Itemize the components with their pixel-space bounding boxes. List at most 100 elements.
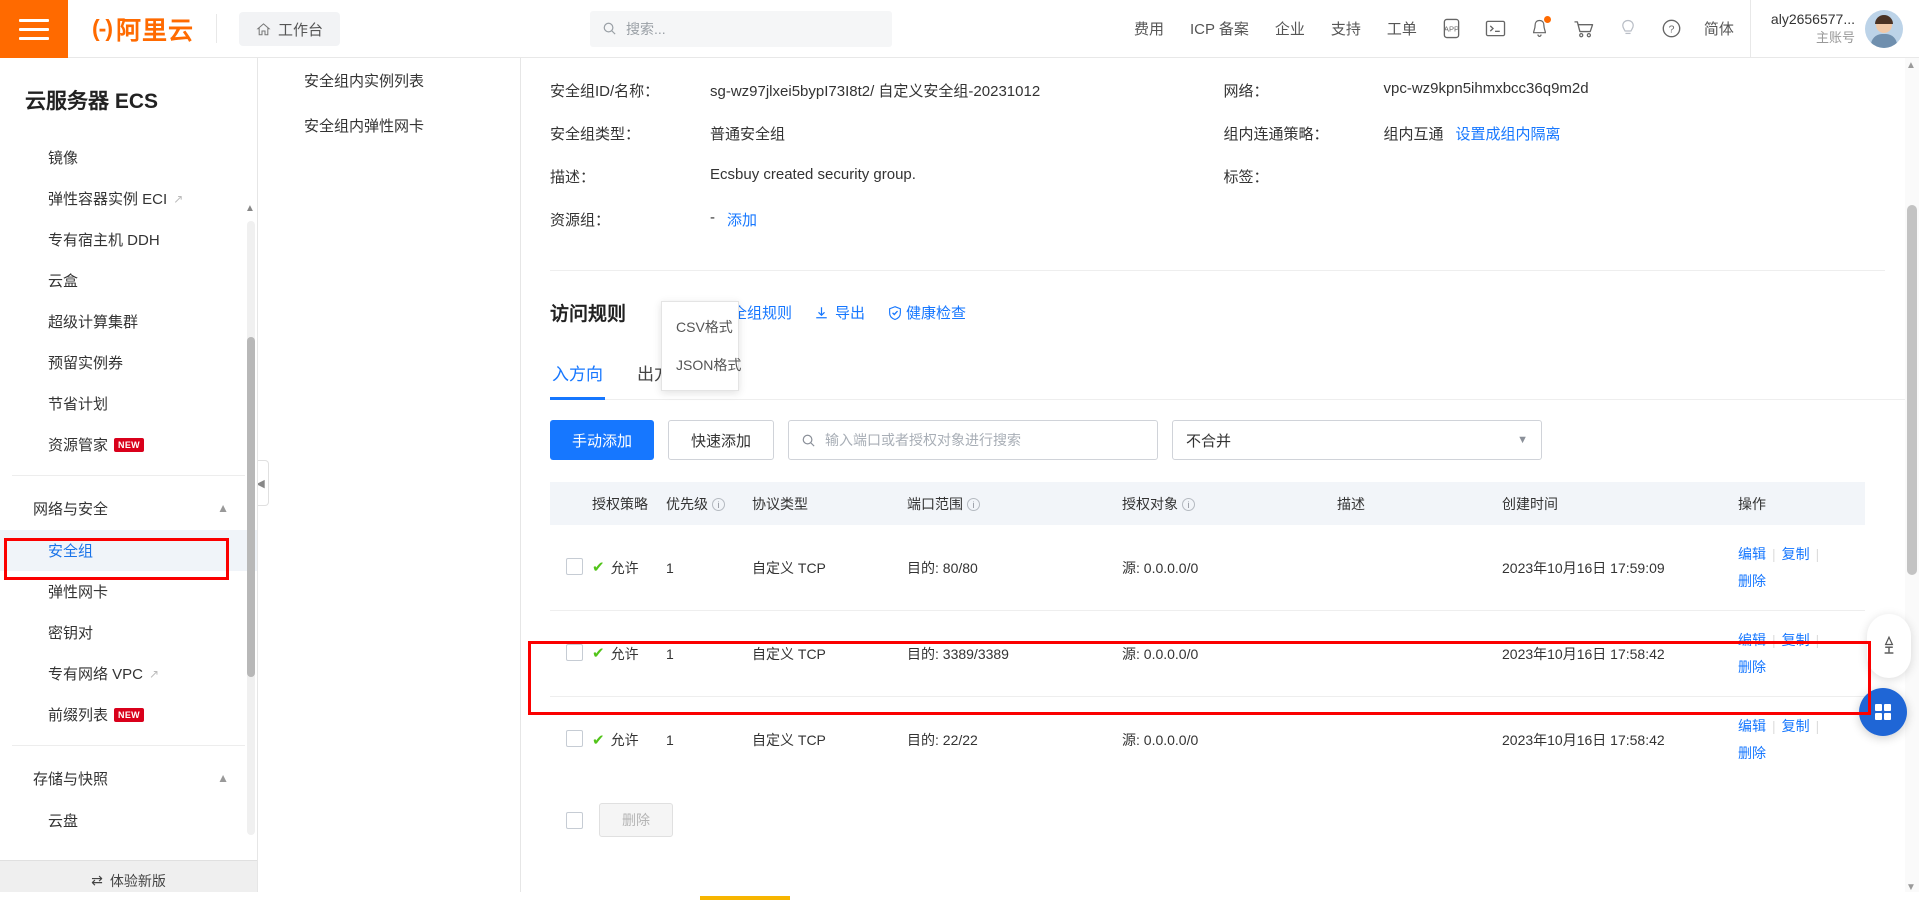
lightbulb-icon[interactable] bbox=[1606, 0, 1650, 57]
language-switch[interactable]: 简体 bbox=[1694, 18, 1750, 39]
sidebar-item-eni[interactable]: 弹性网卡 bbox=[0, 571, 257, 612]
row-checkbox[interactable] bbox=[566, 643, 583, 661]
sidebar-group-network[interactable]: 网络与安全 ▲ bbox=[0, 486, 257, 530]
account-menu[interactable]: aly2656577... 主账号 bbox=[1749, 0, 1919, 57]
sidebar-item-cloudbox[interactable]: 云盒 bbox=[0, 260, 257, 301]
detail-label: 安全组类型： bbox=[550, 126, 641, 143]
sidebar-item-eci[interactable]: 弹性容器实例 ECI ↗ bbox=[0, 178, 257, 219]
external-link-icon: ↗ bbox=[149, 666, 160, 681]
info-icon[interactable]: i bbox=[1182, 498, 1195, 511]
sidebar-item-disk[interactable]: 云盘 bbox=[0, 800, 257, 837]
home-icon bbox=[256, 22, 271, 35]
sidebar-item-label: 资源管家 bbox=[48, 437, 109, 454]
edit-link[interactable]: 编辑 bbox=[1738, 632, 1766, 648]
detail-column-left: 安全组ID/名称： sg-wz97jlxei5bypI73I8t2/ 自定义安全… bbox=[550, 80, 1194, 252]
table-row[interactable]: ✔︎ 允许 1 自定义 TCP 目的: 80/80 源: 0.0.0.0/0 2… bbox=[550, 525, 1865, 611]
sub-navigation: 安全组内实例列表 安全组内弹性网卡 bbox=[259, 58, 521, 900]
page-scroll-up-arrow[interactable]: ▲ bbox=[1905, 60, 1917, 71]
set-group-isolation-link[interactable]: 设置成组内隔离 bbox=[1456, 123, 1561, 144]
search-input[interactable]: 搜索... bbox=[590, 10, 893, 47]
copy-link[interactable]: 复制 bbox=[1782, 546, 1810, 562]
health-check-button[interactable]: 健康检查 bbox=[887, 302, 966, 323]
sidebar-divider bbox=[12, 745, 245, 746]
sidebar-scrollbar-thumb[interactable] bbox=[247, 337, 255, 677]
column-header-auth-object: 授权对象 i bbox=[1122, 494, 1337, 514]
info-icon[interactable]: i bbox=[712, 498, 725, 511]
delete-link[interactable]: 删除 bbox=[1738, 659, 1766, 675]
sidebar-item-resource-manager[interactable]: 资源管家 NEW bbox=[0, 424, 257, 465]
direction-tabs: 入方向 出方向 bbox=[550, 352, 1907, 400]
sidebar-item-scc[interactable]: 超级计算集群 bbox=[0, 301, 257, 342]
sidebar-item-savings-plan[interactable]: 节省计划 bbox=[0, 383, 257, 424]
detail-label: 组内连通策略： bbox=[1223, 126, 1329, 143]
edit-link[interactable]: 编辑 bbox=[1738, 546, 1766, 562]
detail-row-resource-group: 资源组： - 添加 bbox=[550, 209, 1194, 230]
header-link-ticket[interactable]: 工单 bbox=[1374, 0, 1430, 57]
subnav-item-instance-list[interactable]: 安全组内实例列表 bbox=[259, 58, 520, 103]
header-link-enterprise[interactable]: 企业 bbox=[1262, 0, 1318, 57]
copy-link[interactable]: 复制 bbox=[1782, 718, 1810, 734]
info-icon[interactable]: i bbox=[967, 498, 980, 511]
sidebar-item-ddh[interactable]: 专有宿主机 DDH bbox=[0, 219, 257, 260]
feedback-pen-button[interactable] bbox=[1867, 614, 1911, 678]
help-icon[interactable]: ? bbox=[1650, 0, 1694, 57]
sidebar-scroll-up-arrow[interactable]: ▲ bbox=[243, 203, 257, 214]
workbench-button[interactable]: 工作台 bbox=[239, 12, 341, 46]
chevron-up-icon: ▲ bbox=[217, 501, 229, 515]
bell-icon[interactable] bbox=[1518, 0, 1562, 57]
delete-link[interactable]: 删除 bbox=[1738, 573, 1766, 589]
sidebar-item-label: 预留实例券 bbox=[48, 355, 124, 372]
sidebar-item-vpc[interactable]: 专有网络 VPC ↗ bbox=[0, 653, 257, 694]
header-link-icp[interactable]: ICP 备案 bbox=[1177, 0, 1262, 57]
access-rules-header: 访问规则 导入安全组规则 导出 健康检查 bbox=[550, 270, 1885, 326]
cart-icon[interactable] bbox=[1562, 0, 1606, 57]
merge-mode-select[interactable]: 不合并 ▼ bbox=[1172, 420, 1543, 460]
merge-mode-value: 不合并 bbox=[1186, 432, 1232, 450]
detail-row-network: 网络： vpc-wz9kpn5ihmxbcc36q9m2d bbox=[1224, 80, 1868, 101]
table-row[interactable]: ✔︎ 允许 1 自定义 TCP 目的: 22/22 源: 0.0.0.0/0 2… bbox=[550, 697, 1865, 783]
check-circle-icon: ✔︎ bbox=[592, 559, 605, 576]
app-grid-button[interactable] bbox=[1859, 688, 1907, 736]
add-resource-group-link[interactable]: 添加 bbox=[727, 209, 757, 230]
export-option-csv[interactable]: CSV格式 bbox=[662, 308, 738, 346]
batch-delete-button[interactable]: 删除 bbox=[599, 803, 673, 837]
subnav-item-eni-list[interactable]: 安全组内弹性网卡 bbox=[259, 103, 520, 148]
aliyun-logo[interactable]: (-) 阿里云 bbox=[68, 0, 216, 57]
table-row[interactable]: ✔︎ 允许 1 自定义 TCP 目的: 3389/3389 源: 0.0.0.0… bbox=[550, 611, 1865, 697]
row-checkbox[interactable] bbox=[566, 730, 583, 747]
header-link-fee[interactable]: 费用 bbox=[1121, 0, 1177, 57]
copy-link[interactable]: 复制 bbox=[1782, 632, 1810, 648]
cell-operations: 编辑 | 复制 | 删除 bbox=[1738, 545, 1820, 589]
header-link-support[interactable]: 支持 bbox=[1318, 0, 1374, 57]
sidebar-item-prefix-list[interactable]: 前缀列表 NEW bbox=[0, 694, 257, 735]
page-scrollbar-thumb[interactable] bbox=[1907, 205, 1917, 575]
swap-icon: ⇄ bbox=[91, 872, 103, 888]
detail-value: sg-wz97jlxei5bypI73I8t2/ 自定义安全组-20231012 bbox=[710, 83, 1041, 100]
terminal-icon[interactable] bbox=[1474, 0, 1518, 57]
cell-priority: 1 bbox=[666, 732, 674, 748]
row-checkbox-cell bbox=[550, 730, 592, 750]
export-option-json[interactable]: JSON格式 bbox=[662, 346, 741, 384]
avatar[interactable] bbox=[1865, 9, 1903, 48]
rules-search-input[interactable]: 输入端口或者授权对象进行搜索 bbox=[788, 420, 1159, 460]
sidebar-group-storage[interactable]: 存储与快照 ▲ bbox=[0, 756, 257, 800]
cell-policy-label: 允许 bbox=[610, 732, 639, 748]
edit-link[interactable]: 编辑 bbox=[1738, 718, 1766, 734]
tab-inbound[interactable]: 入方向 bbox=[550, 352, 605, 400]
column-header-port-range: 端口范围 i bbox=[907, 494, 1122, 514]
manual-add-button[interactable]: 手动添加 bbox=[550, 420, 655, 460]
footer-select-all-checkbox[interactable] bbox=[566, 811, 583, 829]
sidebar-item-reserved-instance[interactable]: 预留实例券 bbox=[0, 342, 257, 383]
sidebar-item-security-group[interactable]: 安全组 bbox=[0, 530, 257, 571]
delete-link[interactable]: 删除 bbox=[1738, 745, 1766, 761]
try-new-version-label: 体验新版 bbox=[109, 872, 166, 889]
hamburger-icon[interactable] bbox=[0, 0, 68, 58]
sidebar-item-images[interactable]: 镜像 bbox=[0, 137, 257, 178]
app-icon[interactable]: APP bbox=[1430, 0, 1474, 57]
cell-policy: ✔︎ 允许 bbox=[592, 730, 666, 750]
row-checkbox[interactable] bbox=[566, 557, 583, 575]
quick-add-button[interactable]: 快速添加 bbox=[668, 420, 775, 460]
export-format-dropdown[interactable]: CSV格式 JSON格式 bbox=[661, 301, 741, 391]
export-rules-button[interactable]: 导出 bbox=[814, 302, 865, 323]
sidebar-item-keypair[interactable]: 密钥对 bbox=[0, 612, 257, 653]
